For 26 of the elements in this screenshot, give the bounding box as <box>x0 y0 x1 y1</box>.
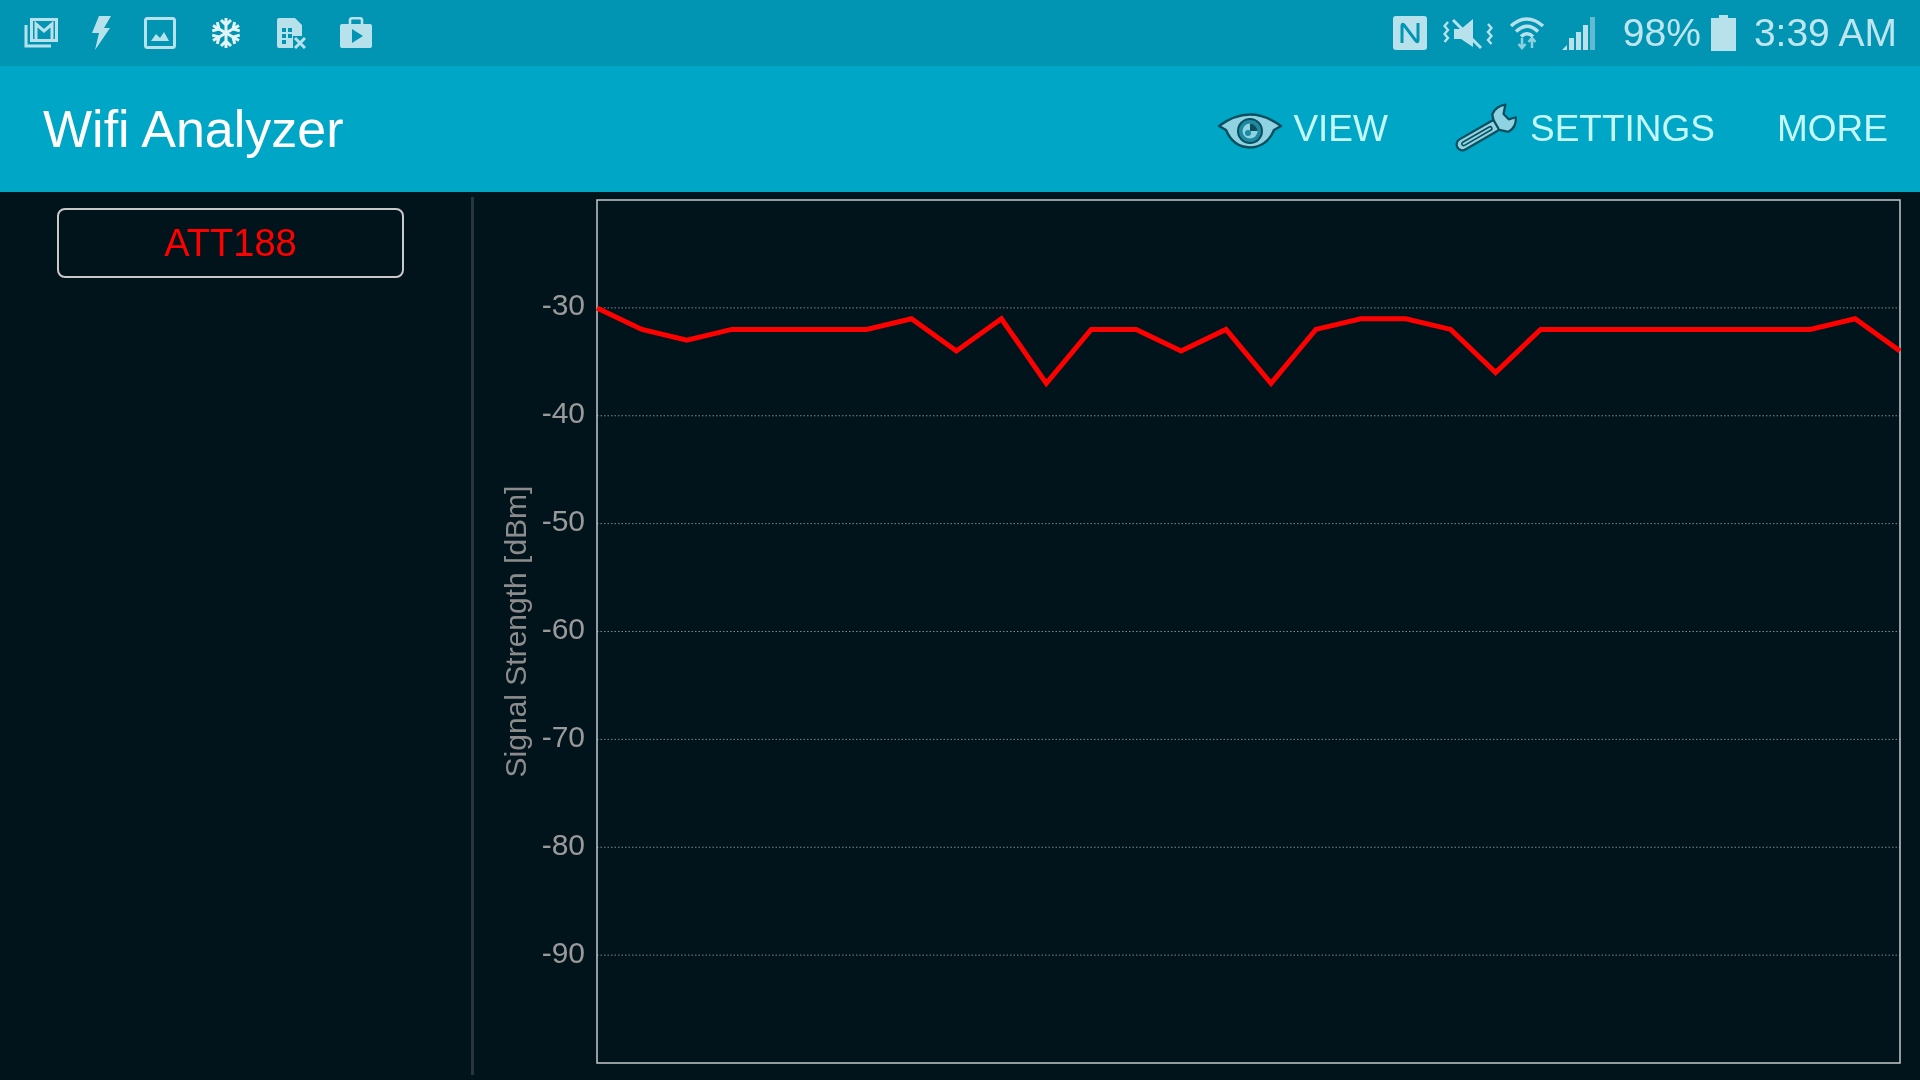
network-legend-button[interactable]: ATT188 <box>57 208 404 278</box>
app-title: Wifi Analyzer <box>43 99 344 160</box>
signal-bars-icon <box>1560 16 1597 50</box>
y-tick-label: -60 <box>541 612 585 645</box>
battery-percent: 98% <box>1622 10 1701 56</box>
battery-icon <box>1710 15 1736 51</box>
briefcase-play-icon <box>339 17 373 49</box>
view-button[interactable]: VIEW <box>1217 106 1388 152</box>
y-tick-label: -70 <box>541 719 585 753</box>
mail-stack-icon <box>24 18 58 48</box>
y-tick-label: -40 <box>541 396 585 430</box>
snowflake-icon <box>209 16 243 50</box>
clock-time: 3:39 AM <box>1753 10 1897 56</box>
nfc-icon <box>1392 16 1427 50</box>
image-icon <box>144 17 176 49</box>
wifi-icon <box>1508 16 1545 50</box>
y-tick-label: -90 <box>541 935 585 969</box>
settings-button[interactable]: SETTINGS <box>1449 102 1715 156</box>
y-tick-label: -50 <box>541 504 585 538</box>
lightning-icon <box>91 16 111 50</box>
y-tick-label: -30 <box>541 288 585 322</box>
more-button[interactable]: MORE <box>1777 106 1888 152</box>
y-tick-label: -80 <box>541 827 585 861</box>
y-axis-title: Signal Strength [dBm] <box>498 485 532 778</box>
mute-vibrate-icon <box>1442 16 1493 50</box>
sim-card-x-icon <box>276 17 306 49</box>
